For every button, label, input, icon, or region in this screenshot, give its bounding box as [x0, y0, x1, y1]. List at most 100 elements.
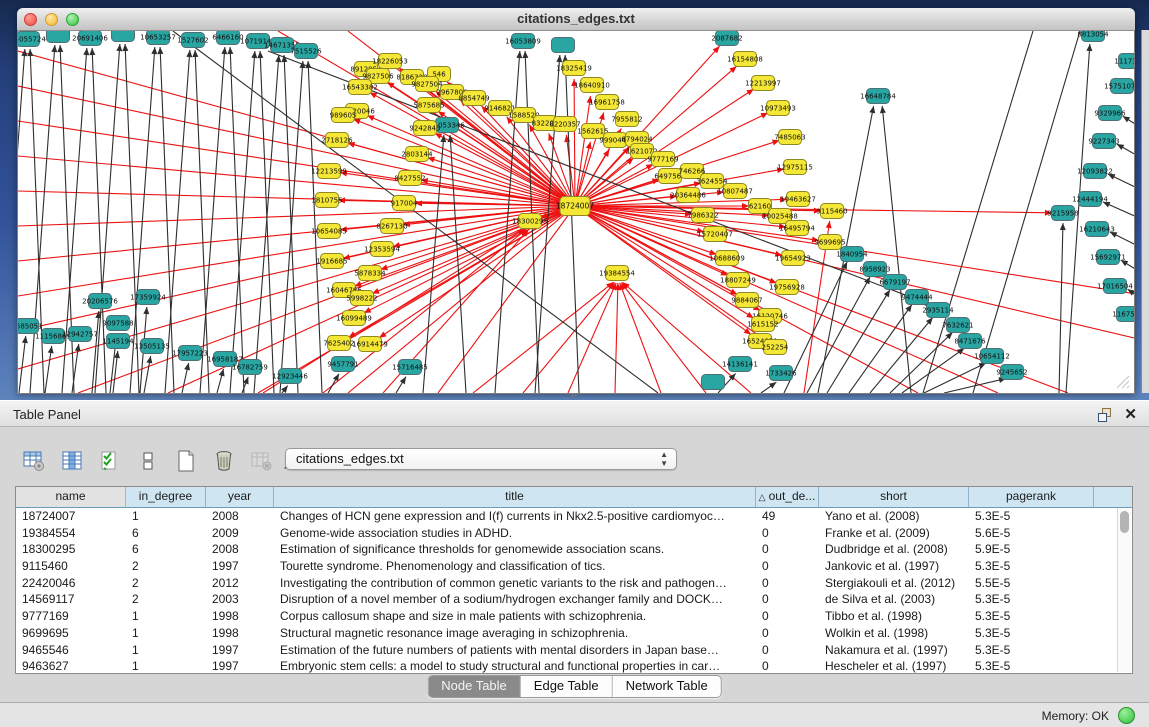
- table-cell[interactable]: 9115460: [16, 558, 126, 575]
- table-row[interactable]: 911546021997Tourette syndrome. Phenomeno…: [16, 558, 1132, 575]
- table-cell[interactable]: 6: [126, 525, 206, 542]
- scrollbar-thumb[interactable]: [1120, 511, 1129, 533]
- table-cell[interactable]: Franke et al. (2009): [819, 525, 969, 542]
- panel-splitter-handle[interactable]: ▴▾: [567, 393, 581, 400]
- table-cell[interactable]: 0: [756, 575, 819, 592]
- table-cell[interactable]: 49: [756, 508, 819, 525]
- table-cell[interactable]: 5.9E-5: [969, 541, 1094, 558]
- table-cell[interactable]: 1: [126, 625, 206, 642]
- graph-node[interactable]: [47, 31, 70, 43]
- tab-node-table[interactable]: Node Table: [428, 676, 521, 697]
- graph-edge[interactable]: [615, 283, 618, 393]
- table-cell[interactable]: 19384554: [16, 525, 126, 542]
- table-cell[interactable]: 6: [126, 541, 206, 558]
- network-canvas[interactable]: 2405572420691406106532571527602646616010…: [17, 31, 1135, 394]
- graph-edge[interactable]: [621, 283, 706, 393]
- table-cell[interactable]: 0: [756, 642, 819, 659]
- table-cell[interactable]: Hescheler et al. (1997): [819, 658, 969, 674]
- table-cell[interactable]: Jankovic et al. (1997): [819, 558, 969, 575]
- table-cell[interactable]: 18300295: [16, 541, 126, 558]
- float-window-icon[interactable]: [1098, 408, 1111, 421]
- graph-node[interactable]: [702, 375, 725, 390]
- graph-edge[interactable]: [924, 363, 986, 393]
- table-cell[interactable]: 5.3E-5: [969, 558, 1094, 575]
- table-cell[interactable]: Wolkin et al. (1998): [819, 625, 969, 642]
- tab-edge-table[interactable]: Edge Table: [521, 676, 613, 697]
- delete-rows-icon[interactable]: [212, 449, 236, 473]
- column-header-in-degree[interactable]: in_degree: [126, 487, 206, 507]
- table-cell[interactable]: 1998: [206, 625, 274, 642]
- column-visibility-icon[interactable]: [60, 449, 84, 473]
- graph-edge[interactable]: [230, 47, 244, 393]
- row-height-icon[interactable]: [136, 449, 160, 473]
- resize-grip-icon[interactable]: [1116, 375, 1130, 389]
- table-row[interactable]: 1938455462009Genome-wide association stu…: [16, 525, 1132, 542]
- table-cell[interactable]: Stergiakouli et al. (2012): [819, 575, 969, 592]
- table-cell[interactable]: 1: [126, 608, 206, 625]
- table-row[interactable]: 1830029562008Estimation of significance …: [16, 541, 1132, 558]
- table-cell[interactable]: 0: [756, 558, 819, 575]
- row-select-icon[interactable]: [98, 449, 122, 473]
- graph-edge[interactable]: [807, 277, 870, 393]
- table-selector-dropdown[interactable]: citations_edges.txt ▲▼: [285, 448, 677, 470]
- graph-edge[interactable]: [565, 55, 579, 393]
- table-cell[interactable]: Corpus callosum shape and size in male p…: [274, 608, 756, 625]
- table-cell[interactable]: 5.5E-5: [969, 575, 1094, 592]
- table-cell[interactable]: 2003: [206, 591, 274, 608]
- table-cell[interactable]: Tibbo et al. (1998): [819, 608, 969, 625]
- table-cell[interactable]: 2: [126, 591, 206, 608]
- table-row[interactable]: 969969511998Structural magnetic resonanc…: [16, 625, 1132, 642]
- network-graph[interactable]: 2405572420691406106532571527602646616010…: [18, 31, 1134, 393]
- graph-edge[interactable]: [45, 346, 52, 393]
- graph-edge[interactable]: [254, 55, 279, 393]
- table-cell[interactable]: Tourette syndrome. Phenomenology and cla…: [274, 558, 756, 575]
- graph-edge[interactable]: [574, 79, 575, 206]
- table-cell[interactable]: 1997: [206, 642, 274, 659]
- table-cell[interactable]: 2009: [206, 525, 274, 542]
- table-cell[interactable]: 9777169: [16, 608, 126, 625]
- table-cell[interactable]: 2008: [206, 541, 274, 558]
- table-cell[interactable]: 5.3E-5: [969, 591, 1094, 608]
- table-cell[interactable]: 0: [756, 541, 819, 558]
- graph-node[interactable]: [112, 31, 135, 42]
- table-cell[interactable]: 1: [126, 642, 206, 659]
- table-cell[interactable]: Dudbridge et al. (2008): [819, 541, 969, 558]
- close-panel-icon[interactable]: ✕: [1124, 405, 1137, 423]
- table-cell[interactable]: 2: [126, 575, 206, 592]
- table-row[interactable]: 946362711997Embryonic stem cells: a mode…: [16, 658, 1132, 674]
- table-cell[interactable]: 9699695: [16, 625, 126, 642]
- table-cell[interactable]: 1998: [206, 608, 274, 625]
- table-cell[interactable]: 0: [756, 625, 819, 642]
- table-row[interactable]: 977716911998Corpus callosum shape and si…: [16, 608, 1132, 625]
- table-cell[interactable]: 14569117: [16, 591, 126, 608]
- table-cell[interactable]: Yano et al. (2008): [819, 508, 969, 525]
- graph-edge[interactable]: [195, 50, 209, 393]
- table-cell[interactable]: 9463627: [16, 658, 126, 674]
- graph-edge[interactable]: [348, 206, 575, 393]
- table-panel-header[interactable]: Table Panel ✕: [0, 400, 1149, 427]
- table-cell[interactable]: 9465546: [16, 642, 126, 659]
- graph-edge[interactable]: [1123, 116, 1134, 145]
- table-cell[interactable]: 2012: [206, 575, 274, 592]
- table-cell[interactable]: Structural magnetic resonance image aver…: [274, 625, 756, 642]
- table-cell[interactable]: Nakamura et al. (1997): [819, 642, 969, 659]
- table-cell[interactable]: Embryonic stem cells: a model to study s…: [274, 658, 756, 674]
- graph-edge[interactable]: [1117, 144, 1134, 173]
- table-settings-icon[interactable]: [22, 449, 46, 473]
- table-cell[interactable]: 2008: [206, 508, 274, 525]
- table-cell[interactable]: 1: [126, 508, 206, 525]
- table-cell[interactable]: 2: [126, 558, 206, 575]
- table-cell[interactable]: Investigating the contribution of common…: [274, 575, 756, 592]
- table-cell[interactable]: 22420046: [16, 575, 126, 592]
- table-cell[interactable]: 0: [756, 658, 819, 674]
- graph-node[interactable]: [552, 38, 575, 53]
- graph-edge[interactable]: [620, 283, 661, 393]
- table-cell[interactable]: Estimation of the future numbers of pati…: [274, 642, 756, 659]
- table-cell[interactable]: 0: [756, 525, 819, 542]
- table-cell[interactable]: 5.3E-5: [969, 508, 1094, 525]
- table-cell[interactable]: 0: [756, 591, 819, 608]
- table-cell[interactable]: de Silva et al. (2003): [819, 591, 969, 608]
- column-header-year[interactable]: year: [206, 487, 274, 507]
- graph-edge[interactable]: [284, 55, 298, 393]
- graph-edge[interactable]: [19, 336, 26, 393]
